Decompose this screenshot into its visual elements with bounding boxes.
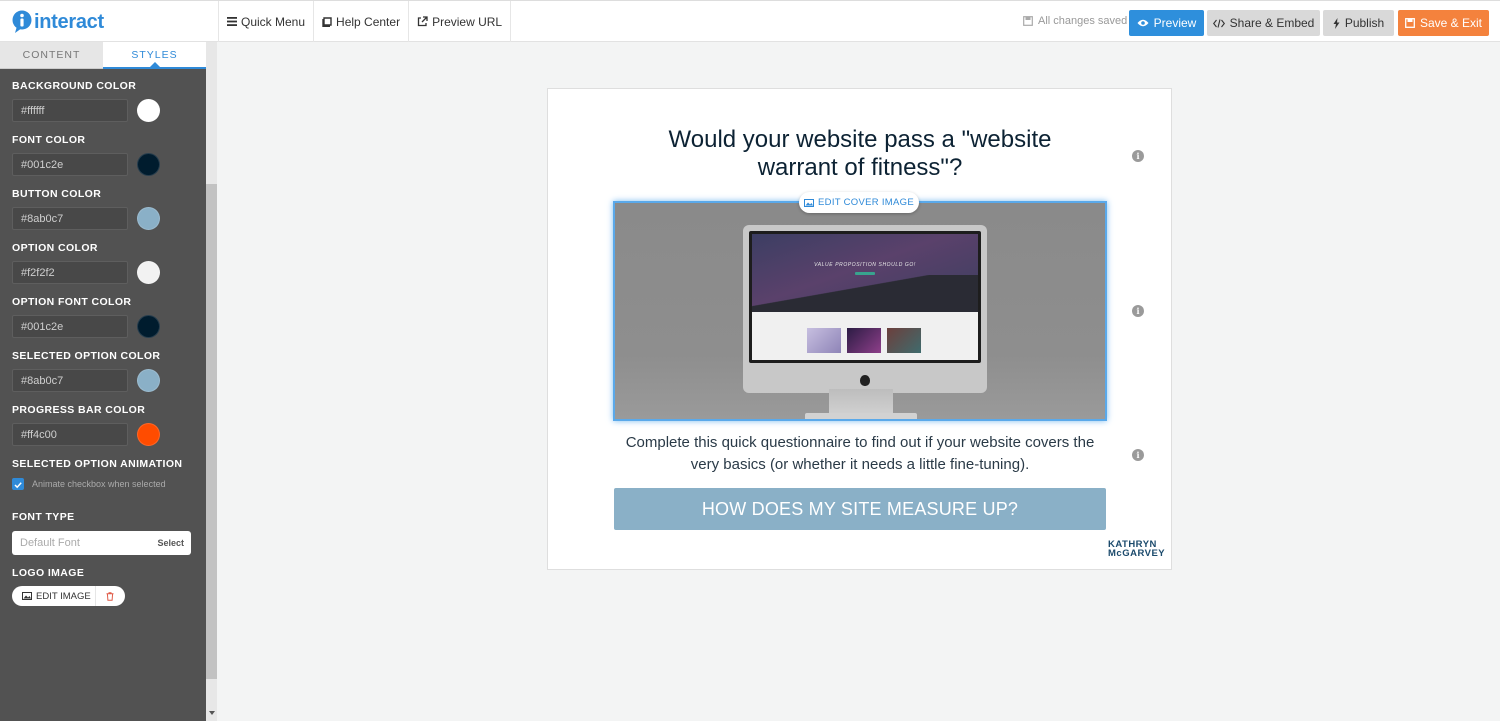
menu-icon xyxy=(227,17,237,26)
help-center-label: Help Center xyxy=(336,14,401,29)
bolt-icon xyxy=(1333,17,1340,29)
preview-url-label: Preview URL xyxy=(432,14,503,29)
screen-mountains xyxy=(752,275,978,312)
delete-logo-button[interactable] xyxy=(96,586,123,606)
description-info-icon[interactable]: i xyxy=(1132,449,1144,461)
interact-logo[interactable]: interact xyxy=(11,9,104,35)
selected-option-animation-label: SELECTED OPTION ANIMATION xyxy=(12,458,183,470)
monitor-base xyxy=(805,413,917,419)
logo-image-label: LOGO IMAGE xyxy=(12,567,85,579)
floppy-icon xyxy=(1023,16,1033,26)
quick-menu-button[interactable]: Quick Menu xyxy=(219,1,315,42)
option-font-color-input[interactable]: #001c2e xyxy=(12,315,128,338)
publish-button[interactable]: Publish xyxy=(1323,10,1394,36)
selected-option-color-input[interactable]: #8ab0c7 xyxy=(12,369,128,392)
screen-thumb-3 xyxy=(887,328,921,353)
font-color-label: FONT COLOR xyxy=(12,134,86,146)
font-color-input[interactable]: #001c2e xyxy=(12,153,128,176)
publish-label: Publish xyxy=(1344,16,1385,30)
save-exit-button[interactable]: Save & Exit xyxy=(1398,10,1489,36)
font-type-placeholder: Default Font xyxy=(20,537,80,549)
image-info-icon[interactable]: i xyxy=(1132,305,1144,317)
selected-option-color-label: SELECTED OPTION COLOR xyxy=(12,350,161,362)
eye-icon xyxy=(1137,19,1149,27)
brand-logo[interactable]: KATHRYN McGARVEY xyxy=(1108,540,1166,559)
edit-image-label: EDIT IMAGE xyxy=(36,590,91,602)
font-select-link[interactable]: Select xyxy=(157,538,184,548)
logo-image-controls: EDIT IMAGE xyxy=(12,586,125,606)
preview-label: Preview xyxy=(1153,16,1197,30)
animate-checkbox-label: Animate checkbox when selected xyxy=(32,479,166,489)
screen-hero-text: VALUE PROPOSITION SHOULD GO! xyxy=(814,262,916,268)
image-icon xyxy=(804,198,815,207)
book-icon xyxy=(322,16,332,27)
selected-option-color-swatch[interactable] xyxy=(137,369,160,392)
edit-logo-image-button[interactable]: EDIT IMAGE xyxy=(12,586,96,606)
check-icon xyxy=(14,482,22,489)
save-status: All changes saved xyxy=(1023,15,1127,27)
progress-bar-color-input[interactable]: #ff4c00 xyxy=(12,423,128,446)
screen-thumb-1 xyxy=(807,328,841,353)
save-status-text: All changes saved xyxy=(1038,15,1128,27)
monitor-screen: VALUE PROPOSITION SHOULD GO! xyxy=(749,231,981,363)
logo-mark-icon xyxy=(11,10,33,34)
progress-bar-color-swatch[interactable] xyxy=(137,423,160,446)
background-color-input[interactable]: #ffffff xyxy=(12,99,128,122)
progress-bar-color-label: PROGRESS BAR COLOR xyxy=(12,404,146,416)
sidebar-scrollbar-thumb[interactable] xyxy=(206,184,217,679)
quiz-description[interactable]: Complete this quick questionnaire to fin… xyxy=(625,432,1095,476)
sidebar-tabs: CONTENT STYLES xyxy=(0,42,206,69)
quick-menu-label: Quick Menu xyxy=(241,14,306,29)
button-color-input[interactable]: #8ab0c7 xyxy=(12,207,128,230)
screen-thumb-2 xyxy=(847,328,881,353)
option-color-input[interactable]: #f2f2f2 xyxy=(12,261,128,284)
code-icon xyxy=(1212,18,1225,28)
option-font-color-label: OPTION FONT COLOR xyxy=(12,296,132,308)
scroll-down-arrow-icon[interactable] xyxy=(209,711,215,715)
save-icon xyxy=(1405,18,1415,28)
option-font-color-swatch[interactable] xyxy=(137,315,160,338)
edit-cover-image-button[interactable]: EDIT COVER IMAGE xyxy=(799,192,919,213)
share-embed-button[interactable]: Share & Embed xyxy=(1207,10,1320,36)
screen-hero-button xyxy=(855,272,875,275)
font-type-label: FONT TYPE xyxy=(12,511,75,523)
brand-line-2: McGARVEY xyxy=(1108,548,1166,559)
preview-url-link[interactable]: Preview URL xyxy=(409,1,512,42)
font-color-swatch[interactable] xyxy=(137,153,160,176)
quiz-title[interactable]: Would your website pass a "website warra… xyxy=(640,126,1080,182)
option-color-label: OPTION COLOR xyxy=(12,242,98,254)
button-color-swatch[interactable] xyxy=(137,207,160,230)
top-nav: Quick Menu Help Center Preview URL xyxy=(218,1,512,42)
font-type-select[interactable]: Default Font Select xyxy=(12,531,191,555)
animate-checkbox[interactable] xyxy=(12,478,24,490)
preview-button[interactable]: Preview xyxy=(1129,10,1204,36)
image-icon xyxy=(22,592,32,600)
help-center-link[interactable]: Help Center xyxy=(314,1,410,42)
start-quiz-button[interactable]: HOW DOES MY SITE MEASURE UP? xyxy=(614,488,1106,530)
option-color-swatch[interactable] xyxy=(137,261,160,284)
button-color-label: BUTTON COLOR xyxy=(12,188,102,200)
save-exit-label: Save & Exit xyxy=(1419,16,1483,30)
trash-icon xyxy=(106,591,113,601)
top-bar: interact Quick Menu Help Center Preview … xyxy=(0,0,1500,42)
edit-cover-label: EDIT COVER IMAGE xyxy=(818,197,914,208)
background-color-label: BACKGROUND COLOR xyxy=(12,80,137,92)
logo-text: interact xyxy=(34,10,104,33)
cover-image[interactable]: VALUE PROPOSITION SHOULD GO! xyxy=(613,201,1107,421)
external-link-icon xyxy=(417,16,428,27)
tab-styles[interactable]: STYLES xyxy=(103,42,206,69)
apple-logo-icon xyxy=(860,375,870,386)
background-color-swatch[interactable] xyxy=(137,99,160,122)
title-info-icon[interactable]: i xyxy=(1132,150,1144,162)
share-label: Share & Embed xyxy=(1229,16,1315,30)
tab-content[interactable]: CONTENT xyxy=(0,42,103,69)
monitor-illustration: VALUE PROPOSITION SHOULD GO! xyxy=(743,225,987,393)
